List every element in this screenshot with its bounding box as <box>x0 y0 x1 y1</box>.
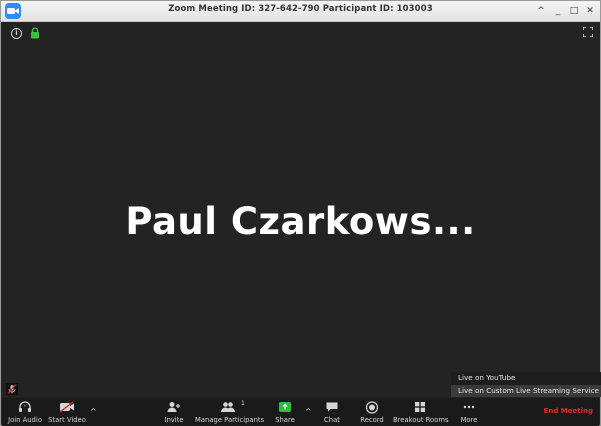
more-menu: Live on YouTube Live on Custom Live Stre… <box>451 372 601 397</box>
window-title: Zoom Meeting ID: 327-642-790 Participant… <box>168 4 433 14</box>
meeting-info-icon[interactable]: i <box>11 28 22 39</box>
maximize-button[interactable]: □ <box>567 4 581 18</box>
video-stage: i Paul Czarkows... <box>2 22 599 398</box>
add-person-icon <box>167 402 180 412</box>
end-meeting-button[interactable]: End Meeting <box>544 407 593 415</box>
start-video-label: Start Video <box>48 416 86 424</box>
breakout-rooms-icon <box>415 402 425 412</box>
video-off-icon <box>59 401 74 413</box>
headphones-icon <box>19 401 31 412</box>
fullscreen-icon[interactable] <box>583 27 593 37</box>
breakout-rooms-label: Breakout Rooms <box>393 416 449 424</box>
chat-button[interactable]: Chat <box>320 398 344 426</box>
lock-icon[interactable] <box>30 27 40 39</box>
join-audio-label: Join Audio <box>8 416 42 424</box>
video-options-chevron-icon[interactable]: ^ <box>90 407 97 416</box>
muted-mic-icon <box>6 383 18 395</box>
manage-participants-button[interactable]: 1 Manage Participants <box>195 398 265 426</box>
breakout-rooms-button[interactable]: Breakout Rooms <box>393 398 449 426</box>
minimize-button[interactable]: _ <box>551 4 565 18</box>
chat-label: Chat <box>324 416 340 424</box>
close-button[interactable]: ✕ <box>583 4 597 18</box>
more-label: More <box>460 416 478 424</box>
zoom-window: Zoom Meeting ID: 327-642-790 Participant… <box>0 0 601 426</box>
more-button[interactable]: More <box>456 398 482 426</box>
participants-icon <box>221 402 235 412</box>
more-dots-icon <box>463 405 475 409</box>
participant-name: Paul Czarkows... <box>125 200 476 243</box>
title-bar[interactable]: Zoom Meeting ID: 327-642-790 Participant… <box>1 1 600 22</box>
manage-participants-label: Manage Participants <box>195 416 265 424</box>
menu-item-live-custom-streaming[interactable]: Live on Custom Live Streaming Service <box>451 384 601 397</box>
record-button[interactable]: Record <box>357 398 387 426</box>
record-label: Record <box>360 416 384 424</box>
start-video-button[interactable]: Start Video <box>46 398 88 426</box>
share-button[interactable]: Share <box>270 398 300 426</box>
participants-count: 1 <box>241 400 245 407</box>
record-icon <box>365 401 379 414</box>
chat-icon <box>326 402 338 412</box>
menu-item-live-youtube[interactable]: Live on YouTube <box>451 372 601 385</box>
meeting-toolbar: Join Audio Start Video ^ Invite 1 Manage… <box>2 398 599 426</box>
collapse-button[interactable]: ^ <box>534 4 548 18</box>
share-label: Share <box>275 416 295 424</box>
invite-label: Invite <box>164 416 184 424</box>
share-screen-icon <box>279 402 291 412</box>
join-audio-button[interactable]: Join Audio <box>5 398 45 426</box>
share-options-chevron-icon[interactable]: ^ <box>305 407 312 416</box>
invite-button[interactable]: Invite <box>158 398 190 426</box>
